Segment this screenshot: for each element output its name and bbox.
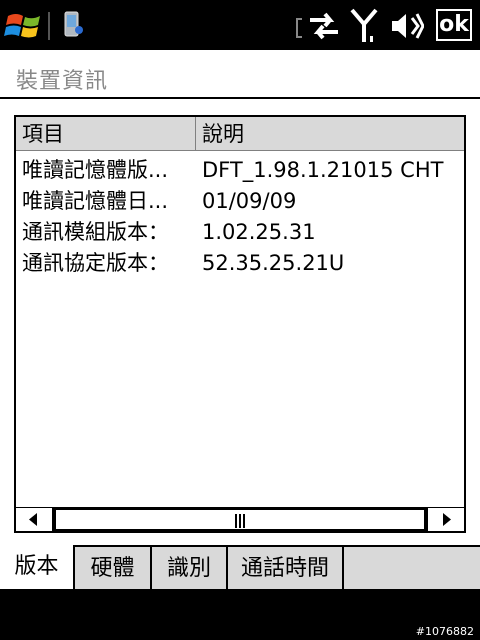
row-item: 唯讀記憶體日... <box>22 189 169 213</box>
windows-start-icon[interactable] <box>4 8 46 44</box>
horizontal-scrollbar[interactable] <box>16 507 464 531</box>
grip-icon <box>235 514 245 528</box>
row-description: 1.02.25.31 <box>202 220 316 244</box>
tab-strip: 版本 硬體 識別 通話時間 <box>0 545 480 591</box>
list-row[interactable]: 唯讀記憶體版... DFT_1.98.1.21015 CHT <box>16 155 464 186</box>
list-row[interactable]: 通訊模組版本： 1.02.25.31 <box>16 217 464 248</box>
list-rows: 唯讀記憶體版... DFT_1.98.1.21015 CHT 唯讀記憶體日...… <box>16 155 464 279</box>
tab-identification[interactable]: 識別 <box>152 547 228 589</box>
list-row[interactable]: 唯讀記憶體日... 01/09/09 <box>16 186 464 217</box>
scroll-thumb[interactable] <box>54 508 426 531</box>
watermark: #1076882 <box>415 625 474 638</box>
status-bracket <box>296 18 302 38</box>
signal-strength-icon[interactable] <box>350 8 378 44</box>
row-item: 通訊協定版本： <box>22 251 169 275</box>
status-divider <box>48 12 50 40</box>
row-item: 唯讀記憶體版... <box>22 158 169 182</box>
page-title: 裝置資訊 <box>16 69 109 94</box>
tab-hardware[interactable]: 硬體 <box>75 547 152 589</box>
softkey-bar: #1076882 <box>0 589 480 640</box>
tab-version[interactable]: 版本 <box>0 545 75 591</box>
device-info-list[interactable]: 項目 說明 唯讀記憶體版... DFT_1.98.1.21015 CHT 唯讀記… <box>14 115 466 533</box>
row-item: 通訊模組版本： <box>22 220 169 244</box>
row-description: 01/09/09 <box>202 189 297 213</box>
row-description: 52.35.25.21U <box>202 251 345 275</box>
column-header-item[interactable]: 項目 <box>16 117 196 150</box>
title-divider <box>0 97 480 99</box>
list-header: 項目 說明 <box>16 117 464 151</box>
row-description: DFT_1.98.1.21015 CHT <box>202 158 444 182</box>
list-row[interactable]: 通訊協定版本： 52.35.25.21U <box>16 248 464 279</box>
column-header-description[interactable]: 說明 <box>196 117 464 150</box>
data-sync-icon[interactable] <box>308 10 340 42</box>
sound-muted-icon[interactable] <box>390 10 424 42</box>
arrow-left-icon <box>29 513 37 526</box>
ok-button[interactable]: ok <box>436 9 472 41</box>
arrow-right-icon <box>443 513 451 526</box>
tab-call-timer[interactable]: 通話時間 <box>228 547 344 589</box>
device-info-app-icon[interactable] <box>62 10 84 40</box>
scroll-track[interactable] <box>54 508 426 531</box>
scroll-right-button[interactable] <box>426 508 464 531</box>
scroll-left-button[interactable] <box>16 508 54 531</box>
status-bar: ok <box>0 0 480 50</box>
